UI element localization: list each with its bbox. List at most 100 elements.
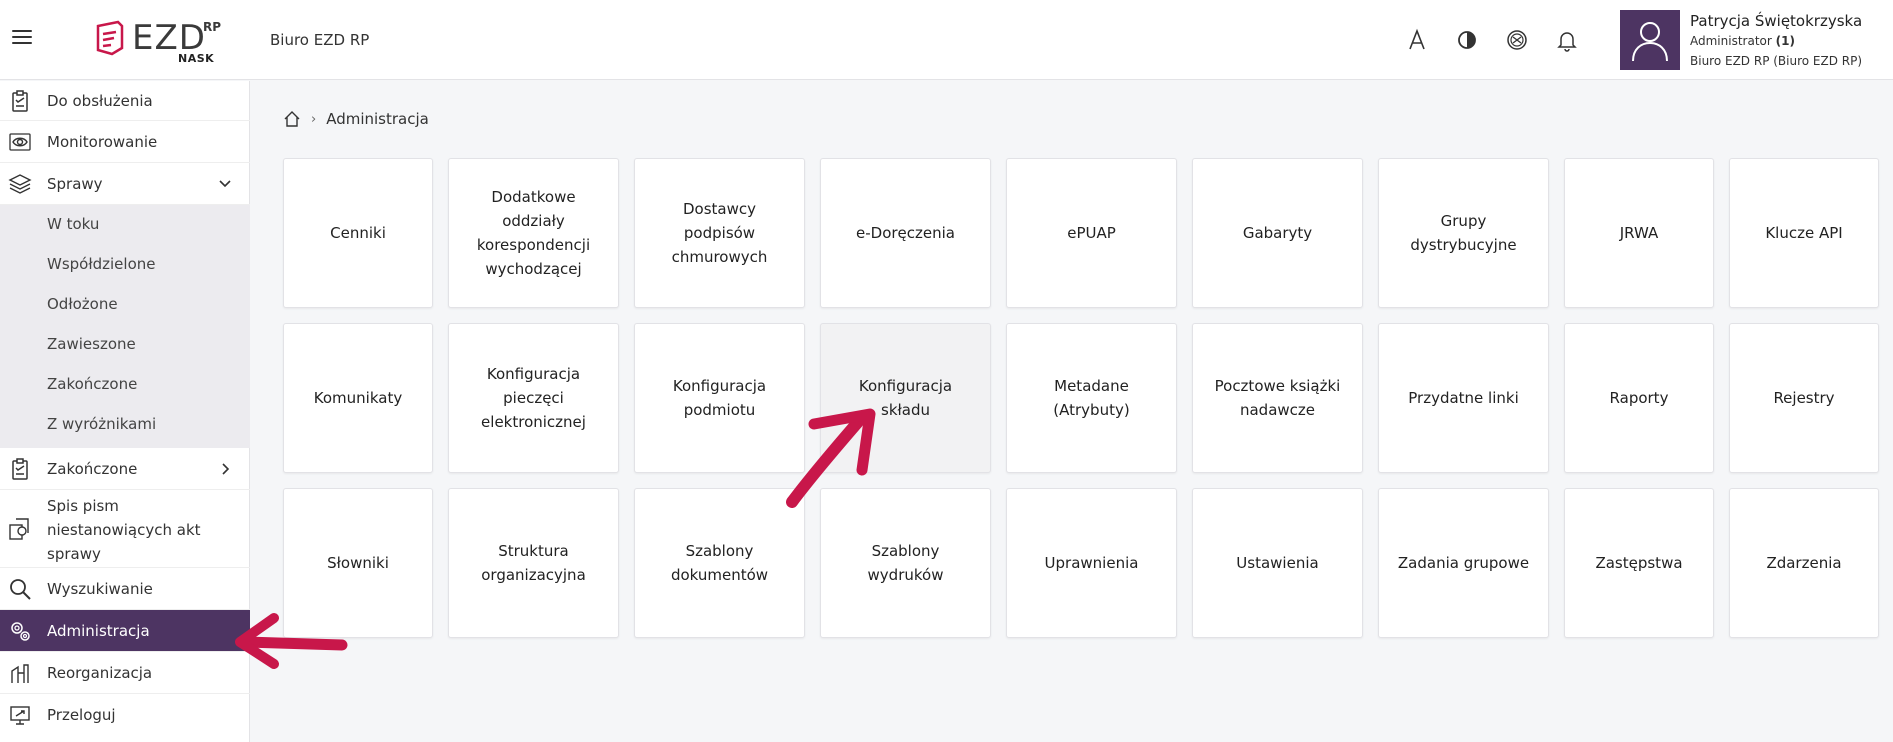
bell-icon[interactable] [1553, 26, 1581, 54]
tile-label: Słowniki [327, 554, 389, 572]
tile-label: Klucze API [1765, 224, 1843, 242]
label-line: sprawy [47, 545, 101, 563]
tile-gabaryty[interactable]: Gabaryty [1192, 158, 1363, 308]
sidebar-item-administracja[interactable]: Administracja [0, 610, 250, 652]
tile-ustawienia[interactable]: Ustawienia [1192, 488, 1363, 638]
tile-jrwa[interactable]: JRWA [1564, 158, 1714, 308]
tile-zadania-grupowe[interactable]: Zadania grupowe [1378, 488, 1549, 638]
tile-dostawcy-podpisow[interactable]: Dostawcy podpisów chmurowych [634, 158, 805, 308]
tile-label: Zdarzenia [1766, 554, 1842, 572]
font-size-icon[interactable] [1403, 26, 1431, 54]
tile-label: Szablony dokumentów [670, 542, 769, 584]
tile-pocztowe-ksiazki[interactable]: Pocztowe książki nadawcze [1192, 323, 1363, 473]
tile-szablony-dokumentow[interactable]: Szablony dokumentów [634, 488, 805, 638]
tile-label: Rejestry [1773, 389, 1835, 407]
tile-struktura-organizacyjna[interactable]: Struktura organizacyjna [448, 488, 619, 638]
sidebar-item-przeloguj[interactable]: Przeloguj [0, 694, 250, 736]
sidebar-item-wyszukiwanie[interactable]: Wyszukiwanie [0, 568, 250, 610]
tile-metadane[interactable]: Metadane (Atrybuty) [1006, 323, 1177, 473]
sidebar-item-label: Sprawy [47, 175, 103, 193]
tile-label: e-Doręczenia [856, 224, 955, 242]
logo-rp: RP [203, 20, 222, 34]
sidebar-subitem-wspoldzielone[interactable]: Współdzielone [0, 245, 250, 285]
search-icon [8, 577, 32, 601]
breadcrumb-separator: › [311, 111, 317, 127]
tile-label: Ustawienia [1236, 554, 1319, 572]
relog-icon [8, 703, 32, 727]
tile-label: Konfiguracja podmiotu [672, 377, 767, 419]
subitem-label: Odłożone [47, 295, 118, 313]
tile-label: Zadania grupowe [1397, 554, 1530, 572]
tile-label: Uprawnienia [1044, 554, 1139, 572]
tile-label: Dodatkowe oddziały korespondencji wychod… [476, 188, 591, 278]
sidebar-item-reorganizacja[interactable]: Reorganizacja [0, 652, 250, 694]
tile-label: Komunikaty [313, 389, 403, 407]
subitem-label: Z wyróżnikami [47, 415, 157, 433]
tile-komunikaty[interactable]: Komunikaty [283, 323, 433, 473]
sidebar-item-label: Reorganizacja [47, 664, 153, 682]
tile-zdarzenia[interactable]: Zdarzenia [1729, 488, 1879, 638]
home-icon[interactable] [283, 110, 301, 128]
subitem-label: Zakończone [47, 375, 138, 393]
sidebar-subitem-odlozone[interactable]: Odłożone [0, 285, 250, 325]
accessibility-icon[interactable] [1503, 26, 1531, 54]
sidebar-subitem-zawieszone[interactable]: Zawieszone [0, 325, 250, 365]
tile-konfiguracja-skladu[interactable]: Konfiguracja składu [820, 323, 991, 473]
tile-raporty[interactable]: Raporty [1564, 323, 1714, 473]
tile-zastepstwa[interactable]: Zastępstwa [1564, 488, 1714, 638]
eye-icon [8, 130, 32, 154]
sidebar-subitem-z-wyroznikami[interactable]: Z wyróżnikami [0, 405, 250, 448]
tile-label: Szablony wydruków [867, 542, 944, 584]
user-icon [1632, 22, 1668, 62]
tile-cenniki[interactable]: Cenniki [283, 158, 433, 308]
avatar[interactable] [1620, 10, 1680, 70]
subitem-label: Współdzielone [47, 255, 156, 273]
tile-dodatkowe-oddzialy[interactable]: Dodatkowe oddziały korespondencji wychod… [448, 158, 619, 308]
tile-szablony-wydrukow[interactable]: Szablony wydruków [820, 488, 991, 638]
sidebar-subitem-zakonczone[interactable]: Zakończone [0, 365, 250, 405]
user-name[interactable]: Patrycja Świętokrzyska [1690, 12, 1862, 30]
contrast-icon[interactable] [1453, 26, 1481, 54]
menu-icon[interactable] [12, 30, 32, 50]
tile-label: Konfiguracja pieczęci elektronicznej [481, 365, 586, 431]
tile-przydatne-linki[interactable]: Przydatne linki [1378, 323, 1549, 473]
subitem-label: Zawieszone [47, 335, 136, 353]
clipboard-check-icon [8, 89, 32, 113]
tile-label: Przydatne linki [1408, 389, 1519, 407]
tile-label: Konfiguracja składu [858, 377, 953, 419]
layers-icon [8, 172, 32, 196]
tile-klucze-api[interactable]: Klucze API [1729, 158, 1879, 308]
tile-grupy-dystrybucyjne[interactable]: Grupy dystrybucyjne [1378, 158, 1549, 308]
subitem-label: W toku [47, 215, 100, 233]
tile-slowniki[interactable]: Słowniki [283, 488, 433, 638]
gears-icon [8, 619, 32, 643]
logo-mark-icon [96, 20, 124, 56]
ezd-logo[interactable]: EZD RP NASK [90, 16, 230, 66]
tile-label: Dostawcy podpisów chmurowych [671, 200, 768, 266]
documents-icon [8, 517, 32, 541]
tile-label: Cenniki [330, 224, 386, 242]
sidebar-item-label: Zakończone [47, 460, 138, 478]
tile-label: ePUAP [1067, 224, 1116, 242]
sidebar-item-zakonczone[interactable]: Zakończone [0, 448, 250, 490]
tile-label: Raporty [1609, 389, 1669, 407]
tile-label: Gabaryty [1242, 224, 1313, 242]
sidebar-item-spis-pism[interactable]: Spis pism niestanowiących akt sprawy [0, 490, 250, 568]
tile-epuap[interactable]: ePUAP [1006, 158, 1177, 308]
label-line: Spis pism [47, 497, 119, 515]
tile-konfiguracja-pieczeci[interactable]: Konfiguracja pieczęci elektronicznej [448, 323, 619, 473]
sidebar-subitem-w-toku[interactable]: W toku [0, 205, 250, 245]
tile-rejestry[interactable]: Rejestry [1729, 323, 1879, 473]
sidebar-item-monitorowanie[interactable]: Monitorowanie [0, 121, 250, 163]
tile-konfiguracja-podmiotu[interactable]: Konfiguracja podmiotu [634, 323, 805, 473]
org-title: Biuro EZD RP [270, 31, 370, 49]
sidebar-item-label: Wyszukiwanie [47, 580, 153, 598]
user-role: Administrator (1) [1690, 34, 1795, 48]
tile-uprawnienia[interactable]: Uprawnienia [1006, 488, 1177, 638]
tile-label: Metadane (Atrybuty) [1053, 377, 1130, 419]
sidebar-item-sprawy[interactable]: Sprawy [0, 163, 250, 205]
sidebar-item-do-obsluzenia[interactable]: Do obsłużenia [0, 81, 250, 121]
logo-nask: NASK [178, 52, 215, 65]
tile-e-doreczenia[interactable]: e-Doręczenia [820, 158, 991, 308]
top-header: EZD RP NASK Biuro EZD RP Patrycja Święto… [0, 0, 1893, 80]
